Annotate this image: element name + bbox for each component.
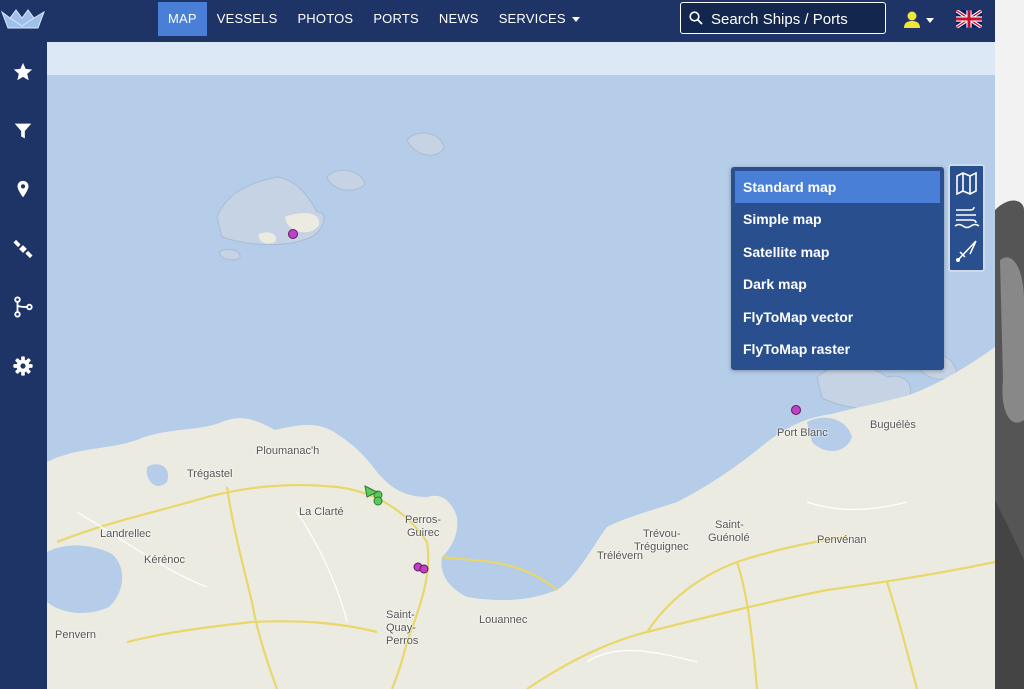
- search-box[interactable]: [680, 2, 886, 34]
- place-label: Trévou-: [643, 528, 681, 540]
- background-photo-strip: [995, 0, 1024, 689]
- place-label: Penvern: [55, 629, 96, 641]
- satellite-icon[interactable]: [12, 238, 34, 260]
- map-tools: [948, 164, 985, 272]
- layer-dark-map[interactable]: Dark map: [735, 268, 940, 300]
- caret-down-icon: [571, 17, 580, 23]
- layer-flytomap-vector[interactable]: FlyToMap vector: [735, 301, 940, 333]
- gear-icon[interactable]: [12, 355, 34, 377]
- layer-satellite-map[interactable]: Satellite map: [735, 236, 940, 268]
- place-label: Saint-: [386, 609, 415, 621]
- place-label: Landrellec: [100, 528, 151, 540]
- ship-logo-icon[interactable]: [0, 6, 46, 34]
- place-label: Port Blanc: [777, 427, 828, 439]
- nav-news[interactable]: NEWS: [429, 2, 489, 36]
- place-label: Kérénoc: [144, 554, 185, 566]
- nav-ports[interactable]: PORTS: [363, 2, 429, 36]
- map-top-strip: [47, 42, 995, 75]
- layer-standard-map[interactable]: Standard map: [735, 171, 940, 204]
- top-navbar: MAP VESSELS PHOTOS PORTS NEWS SERVICES: [0, 0, 995, 42]
- place-label: Louannec: [479, 614, 528, 626]
- place-label: Penvénan: [817, 534, 867, 546]
- map-layers-icon[interactable]: [952, 168, 981, 199]
- map-pin-icon[interactable]: [12, 179, 34, 201]
- nav-services-label: SERVICES: [498, 11, 566, 26]
- nav-photos[interactable]: PHOTOS: [287, 2, 363, 36]
- photo-texture: [995, 0, 1024, 689]
- place-label: Trélévern: [597, 550, 644, 562]
- layer-flytomap-raster[interactable]: FlyToMap raster: [735, 333, 940, 365]
- left-sidebar: [0, 42, 47, 689]
- route-icon[interactable]: [12, 296, 34, 318]
- place-label: Saint-: [715, 519, 744, 531]
- nav-map[interactable]: MAP: [158, 2, 207, 36]
- nav-services[interactable]: SERVICES: [489, 2, 590, 36]
- weather-wind-icon[interactable]: [952, 202, 981, 233]
- place-label: Trégastel: [187, 468, 233, 480]
- place-label: La Clarté: [299, 506, 344, 518]
- layer-simple-map[interactable]: Simple map: [735, 203, 940, 235]
- place-label: Ploumanac'h: [256, 445, 320, 457]
- place-label: Perros-: [405, 514, 442, 526]
- map-layer-menu: Standard map Simple map Satellite map Da…: [731, 167, 944, 370]
- search-icon: [689, 11, 703, 25]
- place-label: Guirec: [407, 527, 440, 539]
- star-icon[interactable]: [12, 61, 34, 83]
- place-label: Buguélès: [870, 419, 916, 431]
- nav-vessels[interactable]: VESSELS: [207, 2, 288, 36]
- place-label: Quay-: [386, 622, 416, 634]
- user-account-icon[interactable]: [903, 10, 937, 30]
- place-label: Guénolé: [708, 532, 750, 544]
- place-label: Perros: [386, 635, 419, 647]
- main-nav: MAP VESSELS PHOTOS PORTS NEWS SERVICES: [158, 2, 590, 36]
- measure-compass-icon[interactable]: [952, 236, 981, 267]
- filter-icon[interactable]: [12, 120, 34, 142]
- search-input[interactable]: [709, 6, 883, 32]
- uk-flag-icon[interactable]: [956, 10, 982, 28]
